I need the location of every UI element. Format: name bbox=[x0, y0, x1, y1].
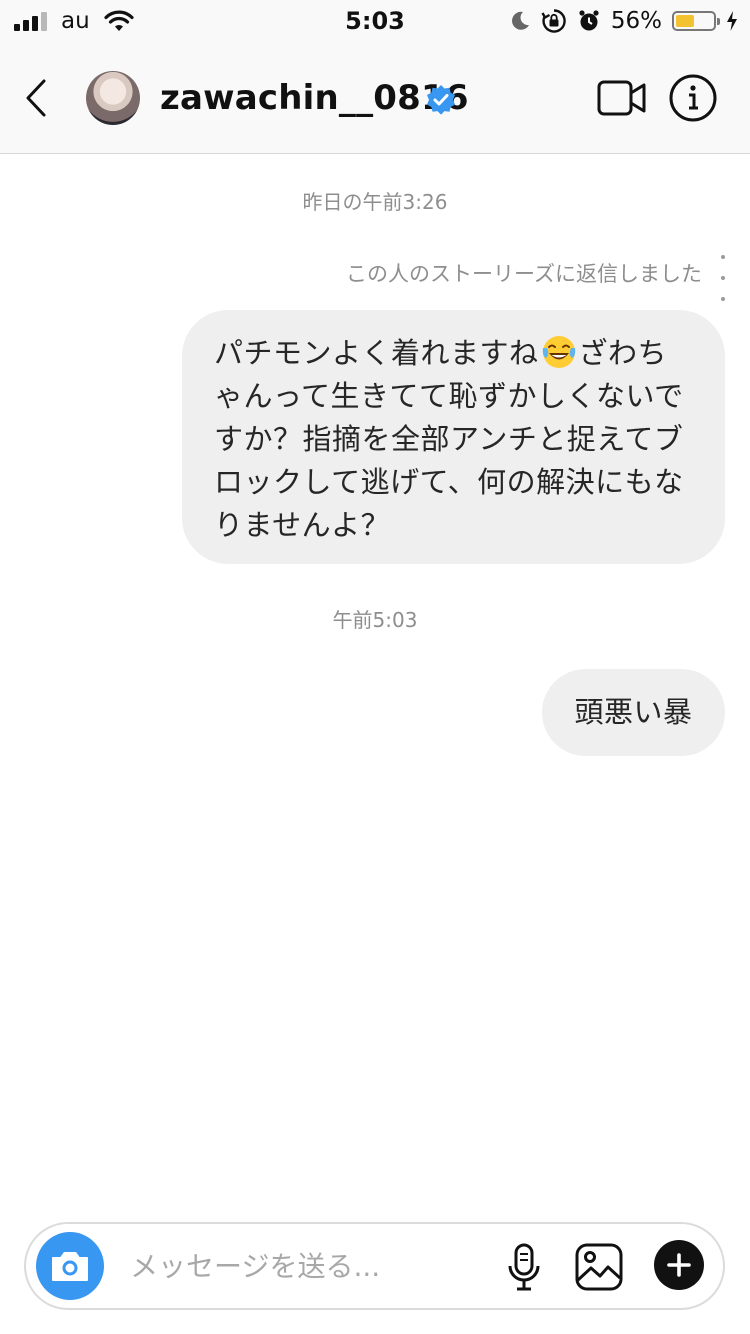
message-input[interactable] bbox=[130, 1224, 490, 1308]
avatar[interactable] bbox=[86, 71, 140, 125]
battery-percent: 56% bbox=[610, 8, 662, 34]
battery-level bbox=[676, 15, 695, 27]
back-button[interactable] bbox=[16, 74, 56, 122]
sent-message-bubble[interactable]: パチモンよく着れますね ざわちゃんって生きてて恥ずかしくないですか？指摘を全部ア… bbox=[182, 310, 725, 564]
camera-button[interactable] bbox=[36, 1232, 104, 1300]
message-composer bbox=[24, 1222, 725, 1310]
message-text: 頭悪い暴 bbox=[574, 695, 693, 729]
plus-icon bbox=[667, 1253, 691, 1277]
alarm-icon bbox=[579, 10, 599, 31]
message-timestamp: 昨日の午前3:26 bbox=[302, 190, 448, 214]
sent-message-bubble[interactable]: 頭悪い暴 bbox=[542, 669, 725, 756]
verified-badge-icon bbox=[427, 85, 455, 115]
camera-icon bbox=[52, 1252, 88, 1281]
charging-bolt-icon bbox=[727, 11, 737, 31]
chevron-left-icon bbox=[26, 79, 46, 117]
plus-button[interactable] bbox=[654, 1240, 704, 1290]
battery-icon bbox=[672, 11, 720, 31]
rotation-lock-icon bbox=[541, 9, 566, 33]
microphone-icon[interactable] bbox=[504, 1242, 544, 1292]
chat-username[interactable]: zawachin__0816 bbox=[160, 74, 469, 122]
message-timestamp: 午前5:03 bbox=[332, 608, 418, 632]
more-options-icon[interactable] bbox=[718, 255, 728, 301]
face-with-tears-of-joy-icon bbox=[542, 336, 575, 368]
message-text: パチモンよく着れますね bbox=[214, 336, 539, 370]
image-icon[interactable] bbox=[574, 1242, 624, 1292]
info-icon[interactable] bbox=[668, 73, 718, 123]
status-right: 56% bbox=[509, 6, 738, 36]
video-camera-icon[interactable] bbox=[596, 76, 648, 120]
chat-header: zawachin__0816 bbox=[0, 44, 750, 154]
status-bar: au 5:03 56% bbox=[0, 0, 750, 44]
story-reply-note: この人のストーリーズに返信しました bbox=[346, 262, 702, 286]
moon-icon bbox=[511, 11, 529, 30]
